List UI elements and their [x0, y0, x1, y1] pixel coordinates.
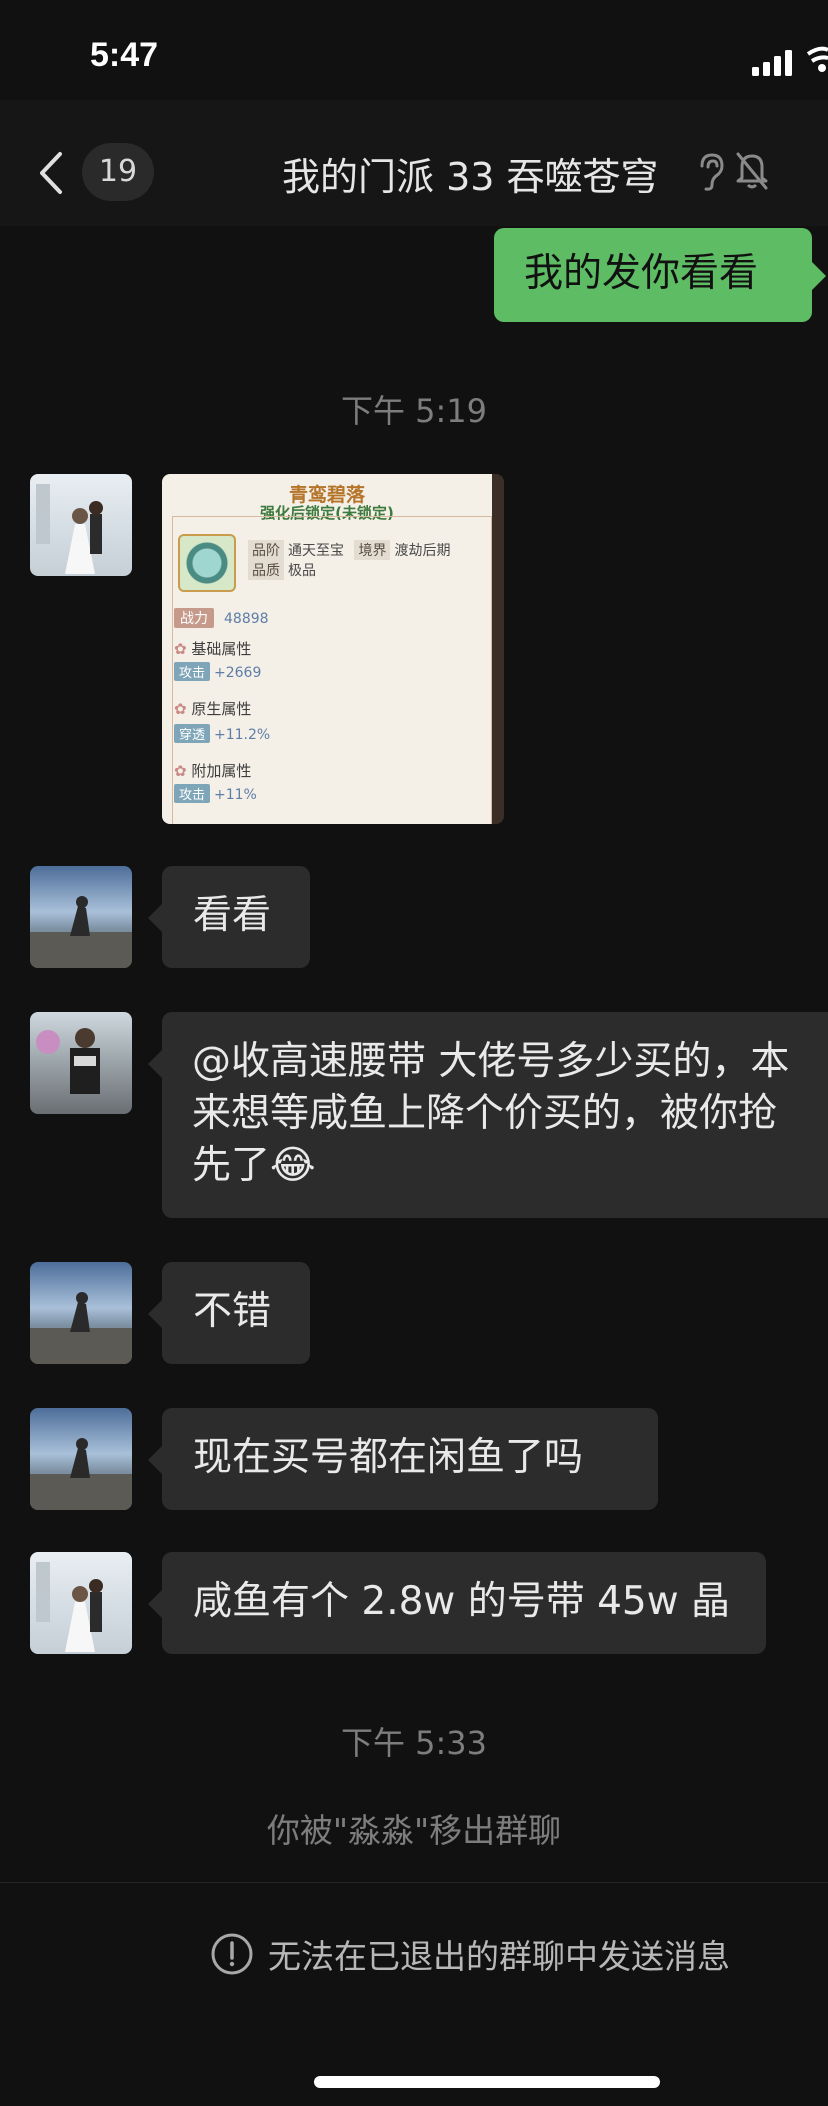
message-text: 我的发你看看: [524, 251, 759, 296]
avatar[interactable]: [30, 474, 132, 576]
message-text: @收高速腰带 大佬号多少买的，本来想等咸鱼上降个价买的，被你抢先了😂: [192, 1039, 790, 1188]
earpiece-mode-icon: [700, 153, 724, 191]
cannot-send-notice: 无法在已退出的群聊中发送消息: [268, 1937, 730, 1976]
signal-icon: [752, 50, 792, 76]
base-attr-heading: 基础属性: [174, 638, 251, 659]
mute-bell-icon: [736, 152, 768, 190]
incoming-message-bubble[interactable]: 不错: [148, 1262, 310, 1364]
incoming-message-bubble[interactable]: 现在买号都在闲鱼了吗: [148, 1408, 658, 1510]
timestamp-label: 下午 5:19: [340, 392, 488, 430]
avatar-photo-icon: [36, 484, 103, 574]
timestamp-label: 下午 5:33: [340, 1724, 488, 1762]
item-power-row: 战力 48898: [174, 608, 269, 628]
incoming-message-bubble[interactable]: 看看: [148, 866, 310, 968]
avatar-photo-icon: [30, 896, 132, 968]
image-message-game-item[interactable]: 青鸾碧落 强化后锁定(未锁定) 品阶 通天至宝 境界 渡劫后期 品质 极品 战力 488…: [162, 474, 504, 824]
base-attr-row: 攻击 +2669: [174, 662, 261, 681]
message-text: 咸鱼有个 2.8w 的号带 45w 晶: [193, 1579, 731, 1624]
message-text: 现在买号都在闲鱼了吗: [193, 1435, 584, 1480]
avatar-photo-icon: [30, 1292, 132, 1364]
chat-title[interactable]: 我的门派 33 吞噬苍穹: [282, 146, 659, 201]
avatar[interactable]: [30, 1262, 132, 1364]
unread-count-badge[interactable]: 19: [82, 143, 154, 201]
native-attr-heading: 原生属性: [174, 698, 251, 719]
avatar-photo-icon: [30, 1438, 132, 1510]
system-notice: 你被"淼淼"移出群聊: [266, 1811, 562, 1850]
warning-info-icon: [211, 1933, 253, 1975]
avatar-photo-icon: [36, 1028, 100, 1094]
extra-attr-heading: 附加属性: [174, 760, 251, 781]
outgoing-message-bubble[interactable]: 我的发你看看: [494, 228, 826, 322]
avatar[interactable]: [30, 866, 132, 968]
native-attr-row: 穿透 +11.2%: [174, 724, 270, 743]
message-text: 不错: [193, 1289, 272, 1334]
extra-attr-row: 攻击 +11%: [174, 784, 257, 803]
wifi-icon: [806, 46, 828, 72]
item-quality-row: 品质 极品: [248, 560, 316, 580]
status-time: 5:47: [90, 36, 159, 74]
back-chevron-icon[interactable]: [36, 150, 66, 196]
avatar-photo-icon: [36, 1562, 103, 1652]
avatar[interactable]: [30, 1408, 132, 1510]
home-indicator[interactable]: [314, 2076, 660, 2088]
chat-screen: 5:47 19 我的门派 33 吞噬苍穹 我的发你看看 下午 5:19 青鸾碧落…: [0, 0, 828, 2106]
avatar[interactable]: [30, 1012, 132, 1114]
item-rank-row: 品阶 通天至宝 境界 渡劫后期: [248, 540, 450, 560]
item-ring-icon: [178, 534, 236, 592]
avatar[interactable]: [30, 1552, 132, 1654]
message-text: 看看: [193, 893, 272, 938]
incoming-message-bubble[interactable]: 咸鱼有个 2.8w 的号带 45w 晶: [148, 1552, 766, 1654]
incoming-message-bubble[interactable]: @收高速腰带 大佬号多少买的，本来想等咸鱼上降个价买的，被你抢先了😂: [148, 1012, 828, 1218]
footer-divider: [0, 1882, 828, 1883]
